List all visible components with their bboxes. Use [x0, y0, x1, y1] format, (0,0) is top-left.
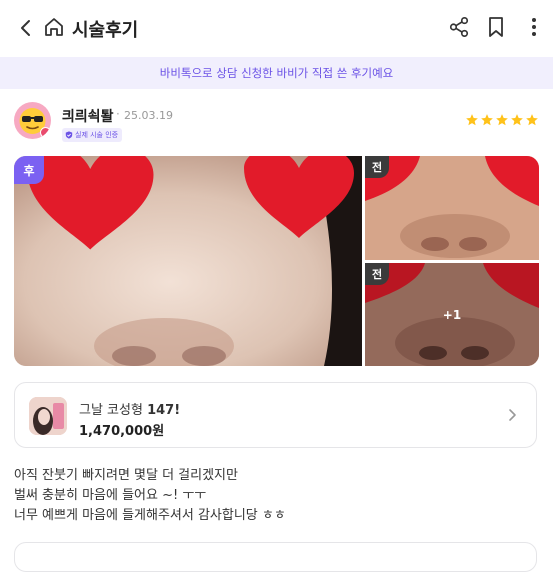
avatar[interactable] — [14, 102, 51, 139]
product-card[interactable]: 그날 코성형 147! 1,470,000원 — [14, 382, 537, 448]
share-icon[interactable] — [448, 16, 470, 38]
product-name: 그날 코성형 147! — [79, 399, 180, 418]
home-icon[interactable] — [42, 15, 66, 39]
next-section-card — [14, 542, 537, 572]
verified-label: 실제 시술 인증 — [75, 131, 119, 139]
review-line: 벌써 충분히 마음에 들어요 ~! ㅜㅜ — [14, 488, 207, 503]
review-author: 킈릐쇡퇄 · 25.03.19 실제 시술 인증 — [14, 102, 539, 144]
star-icon — [511, 114, 523, 126]
more-photos-count[interactable]: +1 — [365, 263, 539, 366]
review-line: 너무 예쁘게 마음에 들게해주셔서 감사합니당 ㅎㅎ — [14, 508, 286, 523]
more-vertical-icon[interactable] — [526, 15, 542, 39]
nose-photo-before — [365, 156, 539, 260]
review-photos: 후 전 +1 전 — [14, 156, 539, 366]
star-icon — [496, 114, 508, 126]
product-thumbnail — [29, 397, 67, 435]
before-tag: 전 — [365, 156, 389, 178]
before-tag: 전 — [365, 263, 389, 285]
consult-notice-banner: 바비톡으로 상담 신청한 바비가 직접 쓴 후기예요 — [0, 57, 553, 89]
chevron-right-icon — [509, 409, 516, 421]
star-icon — [526, 114, 538, 126]
verified-badge: 실제 시술 인증 — [62, 128, 123, 142]
nose-photo-after — [14, 156, 362, 366]
author-name: 킈릐쇡퇄 — [62, 109, 114, 125]
star-rating — [465, 113, 539, 127]
product-name-suffix: 147! — [147, 403, 181, 418]
separator: · — [116, 107, 120, 121]
review-text: 아직 잔붓기 빠지려면 몇달 더 걸리겠지만 벌써 충분히 마음에 들어요 ~!… — [14, 466, 286, 526]
bookmark-icon[interactable] — [486, 16, 506, 38]
before-photo-2[interactable]: +1 전 — [365, 263, 539, 366]
page-title: 시술후기 — [72, 20, 139, 41]
after-tag: 후 — [14, 156, 44, 184]
review-line: 아직 잔붓기 빠지려면 몇달 더 걸리겠지만 — [14, 468, 238, 483]
top-bar: 시술후기 — [0, 0, 553, 56]
product-price: 1,470,000원 — [79, 424, 165, 439]
star-icon — [466, 114, 478, 126]
avatar-badge — [40, 127, 51, 138]
review-date: 25.03.19 — [124, 109, 173, 122]
shield-check-icon — [65, 131, 73, 139]
star-icon — [481, 114, 493, 126]
chevron-left-icon[interactable] — [14, 16, 38, 40]
product-image — [29, 397, 67, 435]
product-name-text: 그날 코성형 — [79, 403, 143, 418]
after-photo[interactable]: 후 — [14, 156, 362, 366]
before-photo-1[interactable]: 전 — [365, 156, 539, 260]
